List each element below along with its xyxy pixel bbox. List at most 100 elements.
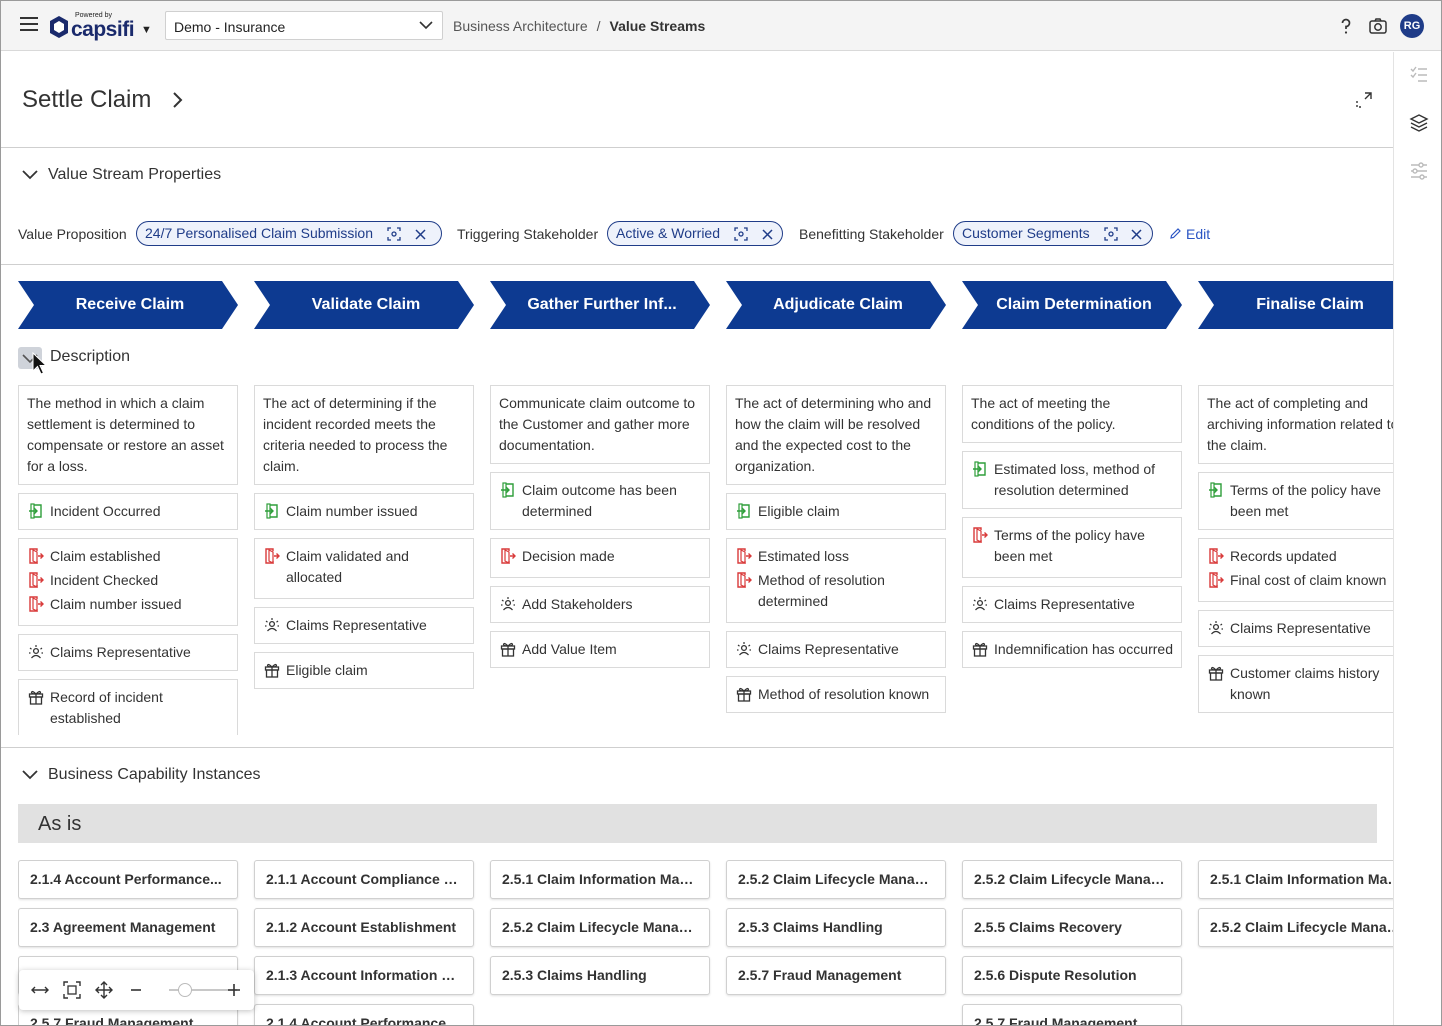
exit-criteria-card[interactable]: Decision made bbox=[490, 538, 710, 578]
zoom-in-icon[interactable] bbox=[225, 981, 243, 999]
remove-icon[interactable] bbox=[762, 229, 773, 240]
value-item-card[interactable]: Method of resolution known bbox=[726, 676, 946, 713]
entrance-criteria-card[interactable]: Claim outcome has been determined bbox=[490, 472, 710, 530]
properties-section-header[interactable]: Value Stream Properties bbox=[22, 166, 221, 184]
help-icon[interactable] bbox=[1336, 16, 1356, 36]
exit-criterion-text: Incident Checked bbox=[50, 572, 159, 588]
capability-instance-card[interactable]: 2.5.7 Fraud Management bbox=[726, 956, 946, 995]
value-item-card[interactable]: Customer claims history known bbox=[1198, 655, 1393, 713]
stakeholder-card[interactable]: Claims Representative bbox=[18, 634, 238, 671]
layers-icon[interactable] bbox=[1409, 113, 1429, 133]
capability-instance-card[interactable]: 2.1.2 Account Establishment bbox=[254, 908, 474, 947]
capability-instance-card[interactable]: 2.5.7 Fraud Management bbox=[962, 1004, 1182, 1025]
stakeholder-card[interactable]: Claims Representative bbox=[962, 586, 1182, 623]
exit-criteria-card[interactable]: Estimated loss Method of resolution deter… bbox=[726, 538, 946, 623]
entrance-criteria-card[interactable]: Eligible claim bbox=[726, 493, 946, 530]
chevron-down-icon bbox=[22, 770, 38, 780]
pan-icon[interactable] bbox=[95, 981, 113, 999]
value-item-text: Method of resolution known bbox=[758, 686, 930, 702]
gift-icon bbox=[28, 689, 44, 711]
focus-icon[interactable] bbox=[387, 227, 401, 241]
value-item-card[interactable]: Record of incident established bbox=[18, 679, 238, 735]
stage-detail-column: The act of determining if the incident r… bbox=[254, 385, 474, 697]
capability-instance-card[interactable]: 2.5.3 Claims Handling bbox=[726, 908, 946, 947]
stakeholder-card[interactable]: Claims Representative bbox=[1198, 610, 1393, 647]
capability-instance-card[interactable]: 2.5.1 Claim Information Man... bbox=[490, 860, 710, 899]
entrance-icon bbox=[500, 482, 516, 504]
workspace-select[interactable]: Demo - Insurance bbox=[165, 11, 443, 40]
focus-icon[interactable] bbox=[1103, 227, 1118, 241]
capsifi-logo[interactable]: Powered by capsifi ▼ bbox=[49, 10, 155, 42]
stakeholder-icon bbox=[972, 596, 988, 618]
stage-label: Gather Further Inf... bbox=[527, 296, 677, 313]
stakeholder-text: Claims Representative bbox=[286, 617, 427, 633]
triggering-stakeholder-chip[interactable]: Active & Worried bbox=[607, 221, 783, 246]
capability-instance-card[interactable]: 2.5.2 Claim Lifecycle Manag... bbox=[490, 908, 710, 947]
stage-3[interactable]: Gather Further Inf... bbox=[490, 281, 710, 329]
capability-instance-card[interactable]: 2.5.3 Claims Handling bbox=[490, 956, 710, 995]
user-avatar[interactable]: RG bbox=[1400, 14, 1424, 38]
stage-6[interactable]: Finalise Claim bbox=[1198, 281, 1393, 329]
value-item-card[interactable]: Eligible claim bbox=[254, 652, 474, 689]
caret-down-icon[interactable]: ▼ bbox=[141, 24, 152, 36]
value-proposition-chip[interactable]: 24/7 Personalised Claim Submission bbox=[136, 221, 442, 246]
stage-2[interactable]: Validate Claim bbox=[254, 281, 474, 329]
menu-icon[interactable] bbox=[20, 17, 38, 33]
value-item-card[interactable]: Indemnification has occurred bbox=[962, 631, 1182, 668]
exit-criterion: Claim established bbox=[29, 546, 229, 567]
entrance-criterion: Claim outcome has been determined bbox=[501, 480, 701, 522]
gift-icon bbox=[1208, 665, 1224, 687]
remove-icon[interactable] bbox=[415, 229, 426, 240]
capabilities-section-title: Business Capability Instances bbox=[48, 766, 261, 783]
exit-criterion-text: Claim validated and allocated bbox=[286, 548, 409, 585]
exit-criterion-text: Claim number issued bbox=[50, 596, 182, 612]
stakeholder-card[interactable]: Claims Representative bbox=[254, 607, 474, 644]
capability-instance-card[interactable]: 2.5.5 Claims Recovery bbox=[962, 908, 1182, 947]
checklist-icon[interactable] bbox=[1409, 65, 1429, 85]
entrance-icon bbox=[736, 503, 752, 525]
capability-instance-card[interactable]: 2.1.4 Account Performance... bbox=[18, 860, 238, 899]
exit-criteria-card[interactable]: Records updated Final cost of claim known bbox=[1198, 538, 1393, 602]
sliders-icon[interactable] bbox=[1409, 161, 1429, 181]
value-item-card[interactable]: Add Value Item bbox=[490, 631, 710, 668]
entrance-criteria-card[interactable]: Estimated loss, method of resolution det… bbox=[962, 451, 1182, 509]
capability-instance-card[interactable]: 2.1.4 Account Performance... bbox=[254, 1004, 474, 1025]
exit-icon bbox=[736, 572, 752, 594]
exit-criteria-card[interactable]: Terms of the policy have been met bbox=[962, 517, 1182, 578]
benefitting-stakeholder-chip[interactable]: Customer Segments bbox=[953, 221, 1153, 246]
fit-width-icon[interactable] bbox=[31, 981, 49, 999]
stage-1[interactable]: Receive Claim bbox=[18, 281, 238, 329]
exit-criterion: Decision made bbox=[501, 546, 701, 567]
camera-icon[interactable] bbox=[1368, 16, 1388, 36]
stage-5[interactable]: Claim Determination bbox=[962, 281, 1182, 329]
capability-instance-card[interactable]: 2.5.1 Claim Information Man... bbox=[1198, 860, 1393, 899]
capability-instance-card[interactable]: 2.1.3 Account Information M... bbox=[254, 956, 474, 995]
capability-instance-card[interactable]: 2.5.2 Claim Lifecycle Manag... bbox=[962, 860, 1182, 899]
entrance-criteria-card[interactable]: Terms of the policy have been met bbox=[1198, 472, 1393, 530]
stage-label: Adjudicate Claim bbox=[773, 296, 903, 313]
edit-properties-link[interactable]: Edit bbox=[1169, 226, 1210, 242]
chevron-right-icon[interactable] bbox=[172, 91, 184, 109]
exit-criterion-text: Final cost of claim known bbox=[1230, 572, 1387, 588]
zoom-slider-thumb[interactable] bbox=[178, 983, 192, 997]
focus-icon[interactable] bbox=[734, 227, 748, 241]
entrance-criteria-card[interactable]: Claim number issued bbox=[254, 493, 474, 530]
stakeholder-card[interactable]: Claims Representative bbox=[726, 631, 946, 668]
remove-icon[interactable] bbox=[1131, 229, 1142, 240]
description-label: Description bbox=[50, 348, 131, 365]
capability-instance-card[interactable]: 2.1.1 Account Compliance V... bbox=[254, 860, 474, 899]
breadcrumb-business-architecture[interactable]: Business Architecture bbox=[453, 18, 588, 34]
capability-instance-card[interactable]: 2.5.2 Claim Lifecycle Manag... bbox=[726, 860, 946, 899]
capability-instance-card[interactable]: 2.5.6 Dispute Resolution bbox=[962, 956, 1182, 995]
entrance-criteria-card[interactable]: Incident Occurred bbox=[18, 493, 238, 530]
fit-screen-icon[interactable] bbox=[63, 981, 81, 999]
capabilities-section-header[interactable]: Business Capability Instances bbox=[22, 766, 261, 784]
exit-criteria-card[interactable]: Claim established Incident Checked Claim n… bbox=[18, 538, 238, 626]
capability-instance-card[interactable]: 2.5.2 Claim Lifecycle Manag... bbox=[1198, 908, 1393, 947]
stage-4[interactable]: Adjudicate Claim bbox=[726, 281, 946, 329]
capability-instance-card[interactable]: 2.3 Agreement Management bbox=[18, 908, 238, 947]
zoom-out-icon[interactable] bbox=[127, 981, 145, 999]
expand-icon[interactable] bbox=[1355, 91, 1373, 109]
stakeholder-card[interactable]: Add Stakeholders bbox=[490, 586, 710, 623]
exit-criteria-card[interactable]: Claim validated and allocated bbox=[254, 538, 474, 599]
